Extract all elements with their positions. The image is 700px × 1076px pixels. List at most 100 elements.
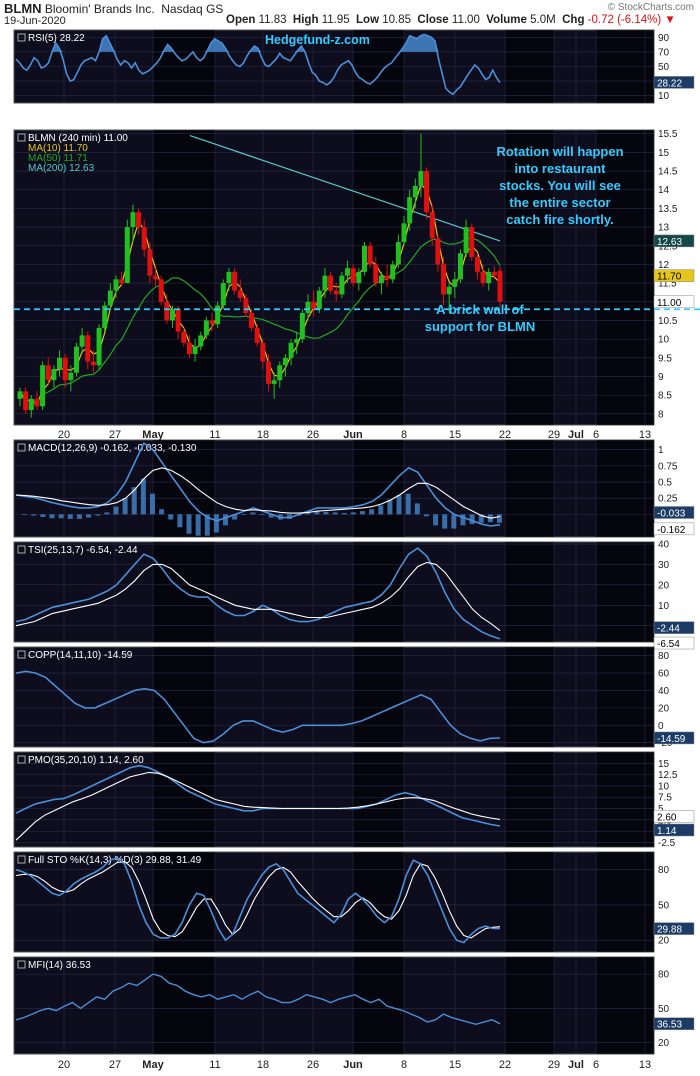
- y-tick-label: 10: [658, 781, 670, 792]
- rotation-annotation: Rotation will happen: [496, 144, 623, 159]
- candle-body: [169, 309, 175, 321]
- x-tick-label: 22: [499, 429, 511, 441]
- y-tick-label: 10.5: [658, 316, 678, 327]
- y-tick-label: 9: [658, 372, 664, 383]
- candle-body: [28, 398, 34, 411]
- x-tick-label-bottom: 27: [109, 1059, 121, 1071]
- y-tick-label: 80: [658, 970, 670, 981]
- candle-body: [85, 335, 91, 362]
- rotation-annotation: catch fire shortly.: [506, 212, 613, 227]
- macd-histogram-bar: [213, 514, 219, 533]
- macd-histogram-bar: [405, 493, 411, 515]
- macd-histogram-bar: [332, 512, 338, 515]
- macd-histogram-bar: [31, 514, 37, 516]
- chart-canvas: 1030507090RSI(5) 28.2228.22Hedgefund-z.c…: [13, 29, 700, 1071]
- support-annotation: A brick wall of: [436, 302, 524, 317]
- candle-body: [181, 331, 187, 343]
- macd-histogram-bar: [360, 511, 366, 515]
- x-tick-label: 18: [257, 429, 269, 441]
- candle-body: [23, 391, 29, 411]
- shade-band: [153, 130, 215, 425]
- candle-body: [96, 327, 102, 366]
- macd-histogram-bar: [49, 514, 55, 519]
- candle-body: [480, 271, 486, 284]
- macd-histogram-bar: [195, 514, 201, 536]
- x-tick-label: 29: [548, 429, 560, 441]
- candle-body: [203, 320, 209, 336]
- candle-body: [220, 283, 226, 306]
- candle-body: [237, 290, 243, 299]
- x-tick-label-bottom: May: [142, 1059, 164, 1071]
- macd-histogram-bar: [76, 514, 82, 519]
- candle-body: [271, 380, 277, 384]
- candle-body: [333, 290, 339, 295]
- ma200-last-tag-text: 12.63: [657, 237, 682, 248]
- macd-histogram-bar: [350, 512, 356, 515]
- candle-body: [435, 238, 441, 265]
- x-tick-label-bottom: 8: [401, 1059, 407, 1071]
- candle-body: [124, 227, 130, 284]
- candle-body: [62, 357, 68, 381]
- y-tick-label: 10: [658, 601, 670, 612]
- candle-body: [384, 275, 390, 280]
- macd-histogram-bar: [40, 514, 46, 517]
- candle-body: [367, 245, 373, 265]
- x-tick-label: 20: [58, 429, 70, 441]
- shade-band: [505, 647, 554, 747]
- y-tick-label: 80: [658, 651, 670, 662]
- candle-body: [339, 275, 345, 295]
- candle-body: [491, 271, 497, 276]
- panel-copp: [13, 646, 655, 748]
- candle-body: [209, 320, 215, 325]
- y-tick-label: 13: [658, 223, 670, 234]
- x-tick-label: 26: [307, 429, 319, 441]
- candle-body: [401, 223, 407, 243]
- candle-body: [322, 275, 328, 291]
- candle-body: [141, 227, 147, 250]
- macd-histogram-bar: [369, 509, 375, 515]
- candle-body: [378, 275, 384, 284]
- panel-mfi: [13, 956, 655, 1055]
- y-tick-label: 50: [658, 900, 670, 911]
- shade-band: [505, 752, 554, 847]
- sto-last-tag-text: 29.88: [657, 925, 682, 936]
- y-tick-label: 12.5: [658, 770, 678, 781]
- y-tick-label: 8: [658, 409, 664, 420]
- candle-body: [373, 264, 379, 284]
- x-tick-label: 11: [209, 429, 220, 441]
- macd-histogram-bar: [22, 514, 28, 516]
- x-tick-label-bottom: 11: [209, 1059, 220, 1071]
- candle-body: [107, 290, 113, 306]
- macd-histogram-bar: [451, 514, 457, 529]
- y-tick-label: 10: [658, 335, 670, 346]
- x-tick-label: 13: [639, 429, 651, 441]
- macd-histogram-bar: [140, 478, 146, 515]
- candle-body: [441, 264, 447, 295]
- macd-histogram-bar: [186, 514, 192, 534]
- candle-body: [463, 227, 469, 254]
- y-tick-label: 15: [658, 759, 670, 770]
- candle-body: [198, 335, 204, 347]
- candle-body: [232, 271, 238, 291]
- macd-histogram-bar: [442, 514, 448, 529]
- candle-body: [418, 171, 424, 187]
- copp-last-tag-text: -14.59: [657, 734, 686, 745]
- candle-body: [73, 346, 79, 373]
- panel-macd: [13, 439, 655, 538]
- rsi-last-tag-text: 28.22: [657, 78, 682, 89]
- shade-band: [353, 647, 404, 747]
- candle-body: [345, 268, 351, 276]
- candle-body: [34, 398, 40, 407]
- candle-body: [158, 279, 164, 302]
- panel-pmo: [13, 751, 655, 848]
- x-tick-label: Jun: [343, 429, 363, 441]
- y-tick-label: 9.5: [658, 353, 672, 364]
- macd-histogram-bar: [241, 514, 247, 516]
- y-tick-label: 40: [658, 686, 670, 697]
- macd-histogram-bar: [149, 493, 155, 515]
- x-tick-label: 27: [109, 429, 121, 441]
- macd-histogram-bar: [387, 499, 393, 515]
- candle-body: [361, 245, 367, 272]
- macd-histogram-bar: [378, 505, 384, 515]
- y-tick-label: 20: [658, 580, 670, 591]
